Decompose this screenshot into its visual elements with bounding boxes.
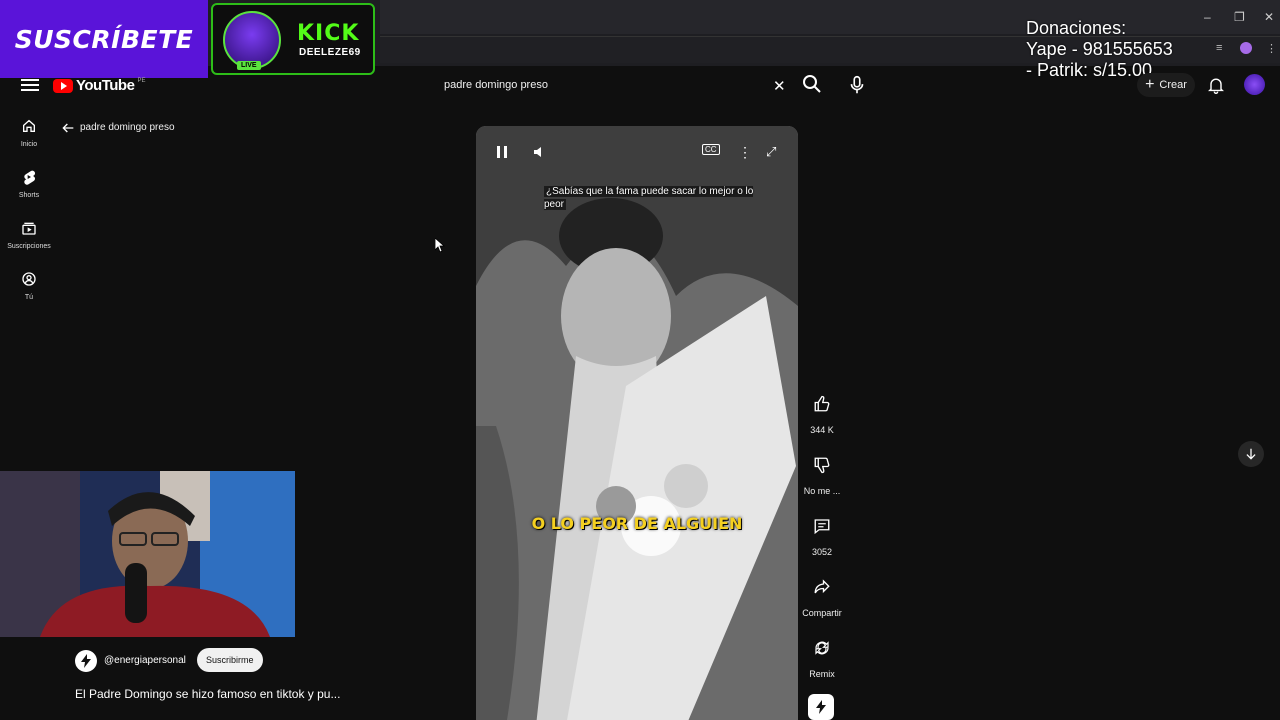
guide-item-label: Tú	[24, 294, 34, 301]
webcam-feed	[0, 471, 295, 637]
lightning-bolt-icon	[816, 700, 826, 714]
comments-button[interactable]: 3052	[800, 511, 844, 557]
browser-menu-icon[interactable]: ⋮	[1266, 42, 1277, 55]
video-frame	[476, 126, 798, 720]
subscribe-overlay-text: SUSCRÍBETE	[14, 24, 194, 54]
like-button[interactable]: 344 K	[800, 389, 844, 435]
search-input[interactable]	[433, 70, 799, 100]
next-short-button[interactable]	[1238, 441, 1264, 467]
remix-label: Remix	[809, 669, 835, 679]
restore-icon[interactable]: ❐	[1234, 10, 1245, 24]
guide-item-label: Suscripciones	[7, 243, 51, 250]
captions-icon[interactable]: CC	[702, 144, 720, 155]
share-button[interactable]: Compartir	[800, 572, 844, 618]
subscribe-overlay-banner: SUSCRÍBETE	[0, 0, 208, 78]
subscriptions-icon	[22, 222, 36, 235]
search-box	[433, 70, 799, 100]
kick-username: DEELEZE69	[299, 47, 361, 58]
dislike-button[interactable]: No me ...	[800, 450, 844, 496]
extensions-icon[interactable]: ≡	[1216, 42, 1222, 54]
mouse-cursor-icon	[435, 238, 445, 252]
guide-item-subscriptions[interactable]: Suscripciones	[0, 220, 58, 250]
back-arrow-icon[interactable]	[60, 120, 76, 136]
channel-handle[interactable]: @energiapersonal	[104, 655, 186, 666]
create-button[interactable]: + Crear	[1137, 73, 1195, 97]
live-badge: LIVE	[237, 61, 261, 70]
subscribe-button[interactable]: Suscribirme	[197, 648, 263, 672]
donations-line: Yape - 981555653	[1026, 39, 1173, 59]
plus-icon: +	[1145, 76, 1155, 93]
country-code: PE	[137, 77, 146, 84]
youtube-logo-text: YouTube	[76, 77, 135, 94]
shorts-icon	[24, 170, 36, 185]
short-video-player[interactable]: CC ⋮ ⤢ ¿Sabías que la fama puede sacar l…	[476, 126, 798, 720]
close-window-icon[interactable]: ✕	[1264, 10, 1274, 24]
caption-text: ¿Sabías que la fama puede sacar lo mejor…	[544, 185, 754, 211]
arrow-down-icon	[1246, 448, 1256, 460]
donations-overlay: Donaciones: Yape - 981555653 - Patrik: s…	[1026, 18, 1173, 81]
volume-icon[interactable]	[532, 144, 548, 160]
comments-count: 3052	[811, 547, 833, 557]
more-options-icon[interactable]: ⋮	[738, 144, 752, 161]
like-count: 344 K	[810, 425, 834, 435]
share-label: Compartir	[802, 608, 842, 618]
search-query-title: padre domingo preso	[80, 122, 175, 133]
guide-item-you[interactable]: Tú	[0, 271, 58, 301]
thumbs-down-icon	[814, 457, 830, 474]
notifications-bell-icon[interactable]	[1206, 74, 1226, 96]
thumbs-up-icon	[814, 395, 830, 412]
burned-in-caption: O LO PEOR DE ALGUIEN	[531, 514, 743, 533]
comment-icon	[814, 519, 830, 535]
minimize-icon[interactable]: –	[1204, 10, 1211, 24]
guide-item-shorts[interactable]: Shorts	[0, 169, 58, 199]
search-icon[interactable]	[800, 72, 824, 96]
short-title[interactable]: El Padre Domingo se hizo famoso en tikto…	[75, 687, 340, 701]
caption-text-span: ¿Sabías que la fama puede sacar lo mejor…	[544, 186, 754, 210]
audio-source-thumbnail[interactable]	[808, 694, 834, 720]
kick-brand-text: KICK	[297, 21, 360, 46]
channel-avatar[interactable]	[75, 650, 97, 672]
dislike-label: No me ...	[803, 486, 841, 496]
account-avatar[interactable]	[1244, 74, 1265, 95]
fullscreen-icon[interactable]: ⤢	[766, 144, 776, 160]
youtube-logo[interactable]: YouTube PE	[53, 77, 145, 94]
kick-overlay-panel: LIVE KICK DEELEZE69	[211, 3, 375, 75]
guide-item-label: Inicio	[20, 141, 38, 148]
guide-item-home[interactable]: Inicio	[0, 118, 58, 148]
remix-icon	[815, 641, 829, 655]
you-icon	[22, 272, 36, 286]
lightning-bolt-icon	[81, 654, 91, 668]
home-icon	[23, 119, 35, 132]
menu-icon[interactable]	[21, 77, 39, 93]
pause-icon[interactable]	[494, 144, 510, 160]
share-icon	[814, 579, 830, 594]
browser-profile-icon[interactable]	[1240, 42, 1252, 54]
microphone-icon[interactable]	[846, 74, 868, 96]
youtube-play-icon	[53, 78, 73, 93]
donations-line: Donaciones:	[1026, 18, 1127, 38]
remix-button[interactable]: Remix	[800, 633, 844, 679]
create-label: Crear	[1159, 79, 1187, 91]
guide-item-label: Shorts	[18, 192, 40, 199]
webcam-image	[0, 471, 295, 637]
clear-search-icon[interactable]: ✕	[773, 77, 786, 95]
